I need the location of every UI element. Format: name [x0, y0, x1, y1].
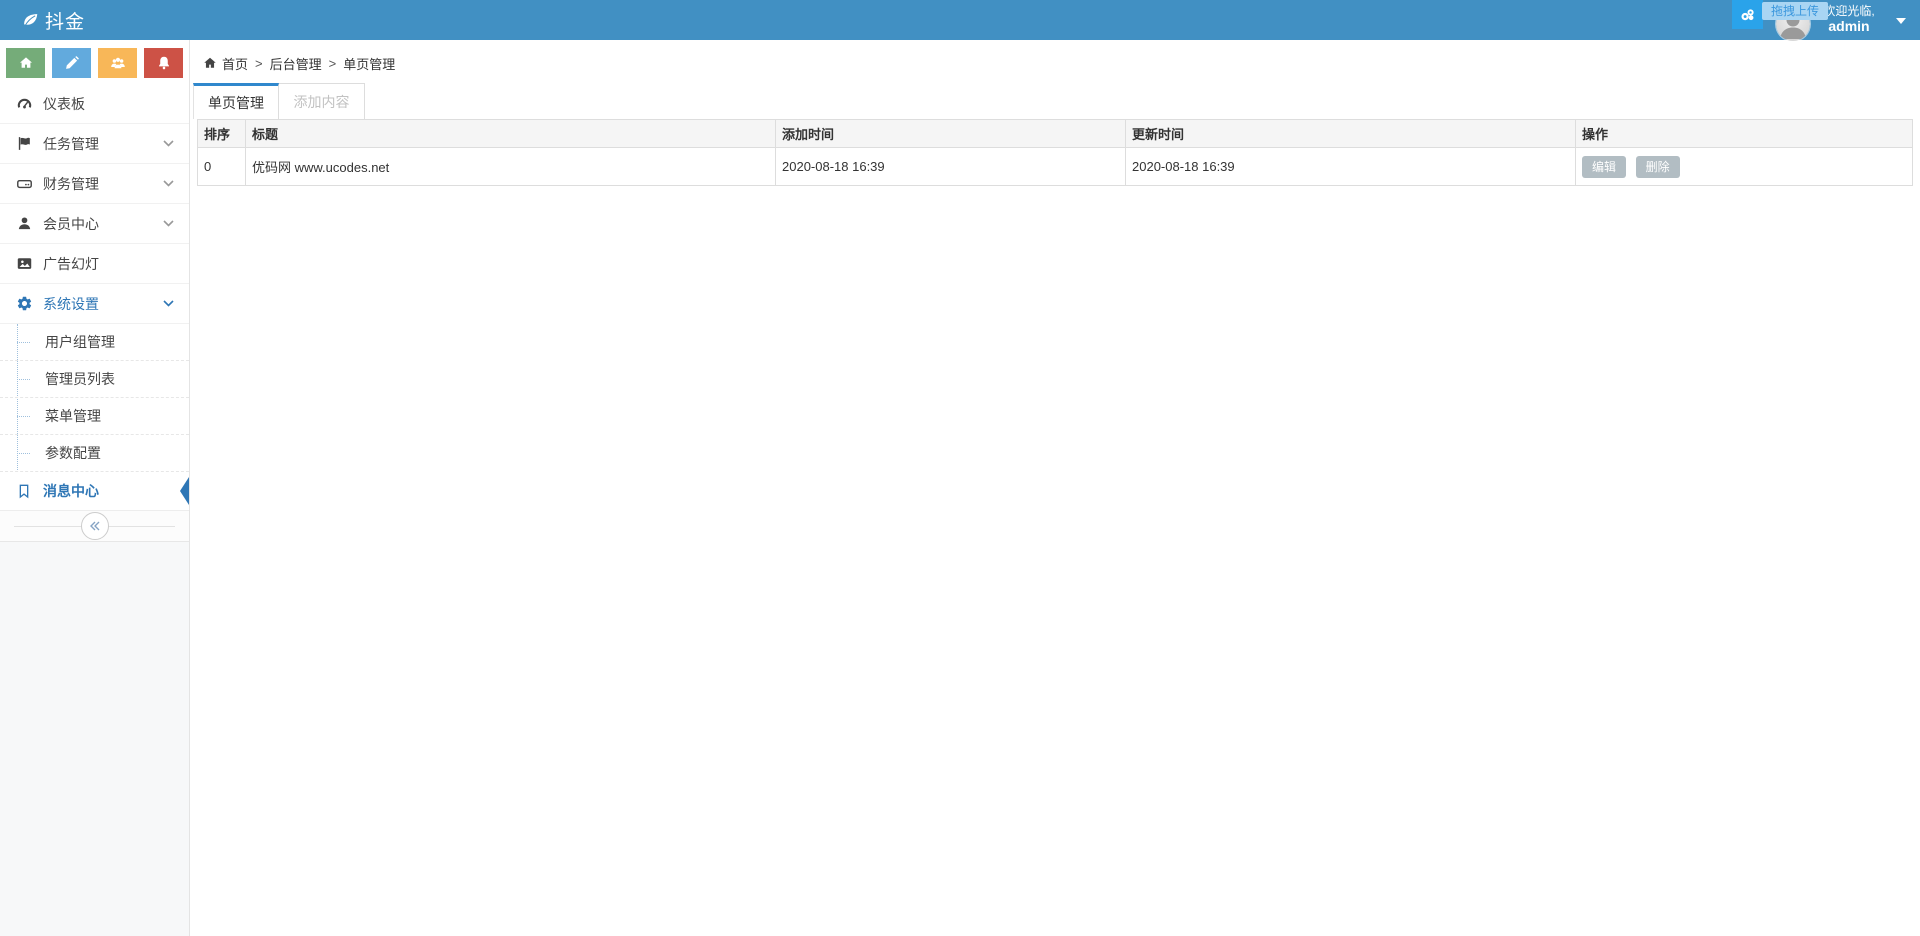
main-content: 首页 > 后台管理 > 单页管理 单页管理 添加内容 排序 标题 添加时间 更新…	[190, 40, 1920, 936]
leaf-icon	[24, 13, 38, 26]
edit-row-button[interactable]: 编辑	[1582, 155, 1627, 178]
tab-add-content[interactable]: 添加内容	[279, 83, 365, 119]
sidebar-item-label: 仪表板	[43, 95, 85, 112]
submenu-item-label: 菜单管理	[45, 408, 101, 424]
submenu-item-label: 参数配置	[45, 445, 101, 461]
column-header-actions: 操作	[1575, 119, 1913, 148]
sidebar-item-tasks[interactable]: 任务管理	[0, 124, 189, 164]
sidebar: 仪表板 任务管理 财务管理 会员中心 广告幻灯 系统设置 用户组管理 管理员列表…	[0, 40, 190, 936]
settings-submenu: 用户组管理 管理员列表 菜单管理 参数配置	[0, 324, 189, 472]
home-button[interactable]	[6, 48, 45, 78]
breadcrumb-backend[interactable]: 后台管理	[270, 54, 322, 73]
breadcrumb: 首页 > 后台管理 > 单页管理	[190, 40, 1920, 73]
username: admin	[1828, 18, 1870, 34]
caret-down-icon[interactable]	[1896, 18, 1906, 24]
column-header-sort: 排序	[197, 119, 246, 148]
users-icon	[110, 57, 125, 69]
chevron-down-icon	[163, 140, 174, 147]
sidebar-item-dashboard[interactable]: 仪表板	[0, 84, 189, 124]
gear-icon	[14, 294, 34, 314]
table-header-row: 排序 标题 添加时间 更新时间 操作	[197, 119, 1913, 148]
pencil-icon	[65, 56, 79, 69]
sidebar-item-label: 广告幻灯	[43, 255, 99, 272]
breadcrumb-separator: >	[328, 55, 337, 71]
breadcrumb-separator: >	[255, 55, 263, 71]
sidebar-item-settings[interactable]: 系统设置	[0, 284, 189, 324]
submenu-item-label: 用户组管理	[45, 334, 115, 350]
sidebar-collapse-button[interactable]	[80, 512, 109, 540]
delete-row-button[interactable]: 删除	[1635, 155, 1680, 178]
sidebar-collapse-strip	[0, 511, 189, 542]
column-header-title: 标题	[245, 119, 776, 148]
bell-icon	[158, 56, 169, 70]
sidebar-item-finance[interactable]: 财务管理	[0, 164, 189, 204]
submenu-item-menu-management[interactable]: 菜单管理	[0, 398, 189, 435]
sidebar-item-ads[interactable]: 广告幻灯	[0, 244, 189, 284]
app-title: 抖金	[45, 11, 86, 33]
sidebar-item-members[interactable]: 会员中心	[0, 204, 189, 244]
pages-table: 排序 标题 添加时间 更新时间 操作 0 优码网 www.ucodes.net …	[197, 119, 1913, 186]
column-header-updated: 更新时间	[1125, 119, 1576, 148]
sidebar-item-label: 系统设置	[43, 295, 99, 312]
sidebar-item-label: 消息中心	[43, 483, 99, 499]
submenu-item-label: 管理员列表	[45, 371, 115, 387]
sidebar-item-message-center[interactable]: 消息中心	[0, 472, 189, 511]
home-icon	[19, 57, 32, 68]
cloud-cluster-icon	[1741, 9, 1754, 21]
sidebar-item-label: 任务管理	[43, 135, 99, 152]
admin-page: 抖金 拖拽上传 欢迎光临, admin 仪表板 任务管理 财务管理 会员中心 广…	[0, 0, 1920, 936]
hdd-icon	[14, 174, 34, 194]
user-icon	[14, 214, 34, 234]
tab-page-management[interactable]: 单页管理	[193, 83, 279, 119]
sidebar-item-label: 会员中心	[43, 215, 99, 232]
cell-actions: 编辑 删除	[1575, 147, 1913, 186]
quick-buttons-row	[0, 40, 189, 84]
chevron-down-icon	[163, 220, 174, 227]
members-button[interactable]	[98, 48, 137, 78]
column-header-created: 添加时间	[775, 119, 1126, 148]
cell-title: 优码网 www.ucodes.net	[245, 147, 776, 186]
app-logo[interactable]: 抖金	[22, 0, 85, 40]
breadcrumb-current: 单页管理	[343, 56, 396, 72]
bookmark-icon	[14, 481, 34, 501]
top-header: 抖金 拖拽上传 欢迎光临, admin	[0, 0, 1920, 41]
notifications-button[interactable]	[144, 48, 183, 78]
active-page-marker	[180, 477, 189, 505]
table-row: 0 优码网 www.ucodes.net 2020-08-18 16:39 20…	[197, 147, 1913, 186]
flag-icon	[14, 134, 34, 154]
sidebar-item-label: 财务管理	[43, 175, 99, 192]
cell-sort: 0	[197, 147, 246, 186]
sidebar-empty-area	[0, 542, 189, 936]
double-chevron-left-icon	[89, 521, 99, 531]
tab-bar: 单页管理 添加内容	[193, 83, 1920, 119]
breadcrumb-home[interactable]: 首页	[222, 54, 248, 73]
upload-tooltip: 拖拽上传	[1762, 2, 1829, 20]
image-icon	[14, 254, 34, 274]
submenu-item-user-groups[interactable]: 用户组管理	[0, 324, 189, 361]
edit-button[interactable]	[52, 48, 91, 78]
cell-created: 2020-08-18 16:39	[775, 147, 1126, 186]
submenu-item-admin-list[interactable]: 管理员列表	[0, 361, 189, 398]
home-icon	[203, 56, 217, 70]
submenu-item-parameters[interactable]: 参数配置	[0, 435, 189, 472]
tachometer-icon	[14, 94, 34, 114]
upload-button[interactable]	[1732, 0, 1763, 29]
cell-updated: 2020-08-18 16:39	[1125, 147, 1576, 186]
chevron-down-icon	[163, 300, 174, 307]
chevron-down-icon	[163, 180, 174, 187]
